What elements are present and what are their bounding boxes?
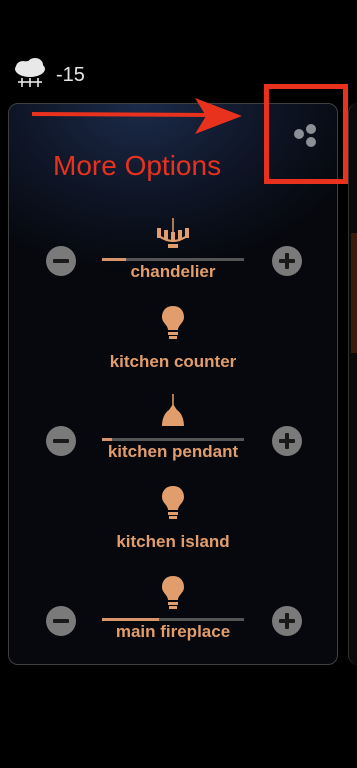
device-label: kitchen island — [116, 532, 230, 551]
brightness-slider[interactable] — [102, 438, 244, 441]
device-row-kitchen-island: kitchen island — [8, 486, 338, 558]
dim-up-button[interactable] — [272, 426, 302, 456]
bulb-icon[interactable] — [148, 576, 198, 610]
dim-up-button[interactable] — [272, 606, 302, 636]
device-row-kitchen-counter: kitchen counter — [8, 306, 338, 378]
snow-cloud-icon — [12, 58, 48, 92]
annotation-arrow-icon — [31, 98, 242, 134]
next-panel-edge[interactable] — [348, 103, 357, 665]
temperature-value: -15 — [56, 63, 85, 86]
bulb-icon[interactable] — [148, 306, 198, 340]
device-label: kitchen counter — [109, 352, 237, 371]
brightness-slider[interactable] — [102, 258, 244, 261]
slider-fill — [102, 258, 127, 261]
slider-fill — [102, 618, 159, 621]
device-row-kitchen-pendant: kitchen pendant — [8, 394, 338, 468]
annotation-label: More Options — [53, 150, 222, 181]
bulb-icon[interactable] — [148, 486, 198, 520]
brightness-slider[interactable] — [102, 618, 244, 621]
pendant-light-icon[interactable] — [148, 394, 198, 430]
chandelier-icon[interactable] — [148, 218, 198, 250]
device-row-chandelier: chandelier — [8, 218, 338, 288]
dim-up-button[interactable] — [272, 246, 302, 276]
weather-widget: -15 — [12, 58, 85, 92]
device-row-main-fireplace: main fireplace — [8, 576, 338, 648]
slider-fill — [102, 438, 112, 441]
annotation-highlight-box — [264, 84, 348, 184]
